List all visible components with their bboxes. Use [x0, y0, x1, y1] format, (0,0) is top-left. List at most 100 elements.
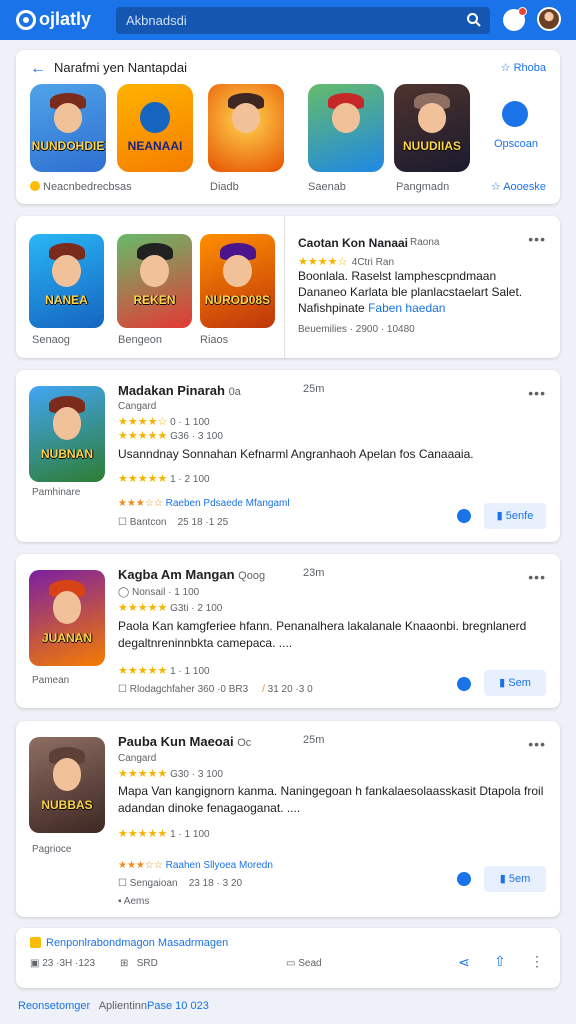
badge-icon	[30, 937, 41, 948]
result-time: 23m	[303, 567, 325, 579]
section-app-icon-3[interactable]: NUROD08S	[200, 234, 275, 328]
check-icon[interactable]	[457, 872, 471, 886]
app-tile-5[interactable]: NUUDIIAS	[394, 84, 470, 172]
save-button[interactable]: ▮ Sem	[484, 670, 546, 696]
result-rating: ★★★★☆ 0 · 1 100	[118, 416, 210, 428]
top-bar: ojlatly Akbnadsdi	[0, 0, 576, 40]
result-caption: Pamhinare	[32, 487, 81, 498]
result-app-icon[interactable]: NUBNAN	[29, 386, 105, 482]
app-logo[interactable]: ojlatly	[16, 9, 91, 30]
result-reviews: ★★★★★ 1 · 1 100	[118, 828, 210, 840]
section-footer: Beuemilies · 2900 · 10480	[298, 324, 415, 335]
result-caption: Pagrioce	[32, 844, 72, 855]
app-tile-1[interactable]: NUNDOHDIE	[30, 84, 106, 172]
app-art: NEANAAI	[117, 84, 193, 172]
result-action[interactable]: ★★★☆☆ Raeben Pdsaede Mfangaml	[118, 498, 290, 509]
search-bar[interactable]: Akbnadsdi	[116, 7, 490, 34]
section-description: Boonlala. Raselst lamphescpndmaan Danane…	[298, 269, 523, 315]
stars-icon: ★★★★☆	[298, 256, 348, 268]
add-button[interactable]: ☆ Aooeske	[491, 180, 546, 193]
result-rating: ★★★★★ G36 · 3 100	[118, 430, 223, 442]
more-icon[interactable]: •••	[528, 385, 546, 401]
app-art: NUNDOHDIE	[30, 84, 106, 172]
app-tile-2[interactable]: NEANAAI	[117, 84, 193, 172]
more-icon[interactable]: •••	[528, 231, 546, 247]
result-card: JUANAN Pamean Kagba Am Mangan Qoog 23m ◯…	[16, 554, 560, 708]
result-time: 25m	[303, 383, 325, 395]
avatar[interactable]	[537, 7, 561, 31]
section-card: NANEA REKEN NUROD08S Senaog Bengeon Riao…	[16, 216, 560, 358]
section-app-icon-2[interactable]: REKEN	[117, 234, 192, 328]
check-icon[interactable]	[457, 677, 471, 691]
result-description: Usanndnay Sonnahan Kefnarml Angranhaoh A…	[118, 447, 474, 461]
save-button[interactable]: ▮ 5em	[484, 866, 546, 892]
save-button[interactable]: ▮ 5enfe	[484, 503, 546, 529]
app-tile-3[interactable]	[208, 84, 284, 172]
result-action[interactable]: ★★★☆☆ Raahen Sllyoea Moredn	[118, 860, 273, 871]
coin-icon	[30, 181, 40, 191]
result-reviews: ★★★★★ 1 · 2 100	[118, 473, 210, 485]
more-vert-icon[interactable]: ⋮	[530, 953, 544, 970]
section-icon-label: Riaos	[200, 334, 229, 346]
logo-icon	[16, 9, 36, 30]
app-art: NUUDIIAS	[394, 84, 470, 172]
footer-title[interactable]: Renponlrabondmagon Masadrmagen	[46, 937, 228, 949]
section-title: Caotan Kon Nanaai	[298, 236, 409, 250]
app-tile-label: Neacnbedrecbsas	[30, 181, 132, 193]
result-description: Mapa Van kangignorn kanma. Naningegoan h…	[118, 784, 544, 815]
more-icon[interactable]: •••	[528, 736, 546, 752]
open-icon[interactable]	[502, 101, 528, 127]
result-card: NUBNAN Pamhinare Madakan Pinarah 0a 25m …	[16, 370, 560, 542]
featured-card: ← Narafmi yen Nantapdai ☆ Rhoba NUNDOHDI…	[16, 50, 560, 204]
app-art	[208, 84, 284, 172]
section-icon-label: Bengeon	[118, 334, 163, 346]
bottom-status: Reonsetomger AplientinnPase 10 023	[18, 1000, 209, 1012]
result-description: Paola Kan kamgferiee hfann. Penanalhera …	[118, 619, 527, 650]
open-button[interactable]: Opscoan	[494, 138, 538, 150]
result-card: NUBBAS Pagrioce Pauba Kun Maeoai Oc 25m …	[16, 721, 560, 917]
result-app-icon[interactable]: JUANAN	[29, 570, 105, 666]
section-icon-label: Senaog	[32, 334, 70, 346]
app-art	[308, 84, 384, 172]
result-rating: ★★★★★ G30 · 3 100	[118, 768, 223, 780]
footer-date: ▣ 23 ·3H ·123	[30, 958, 96, 969]
app-tile-label: Pangmadn	[396, 181, 450, 193]
logo-text: ojlatly	[39, 9, 92, 29]
app-tile-label: Diadb	[210, 181, 239, 193]
result-rating: ◯ Nonsail · 1 100	[118, 587, 200, 598]
back-arrow-icon[interactable]: ←	[30, 60, 46, 78]
result-time: 25m	[303, 734, 325, 746]
result-footer: ☐ Sengaioan 23 18 · 3 20	[118, 878, 243, 889]
share-icon[interactable]: ⋖	[458, 954, 470, 971]
app-tile-label: Saenab	[308, 181, 346, 193]
result-subtitle: Cangard	[118, 401, 157, 412]
footer-count: ⊞ SRD	[120, 958, 158, 969]
result-title[interactable]: Pauba Kun Maeoai Oc	[118, 734, 251, 749]
app-tile-4[interactable]	[308, 84, 384, 172]
result-footer: ☐ Rlodagchfaher 360 ·0 BR3 / 31 20 ·3 0	[118, 684, 313, 695]
notifications-icon[interactable]	[503, 7, 527, 31]
upload-icon[interactable]: ⇧	[494, 953, 506, 970]
result-caption: Pamean	[32, 675, 70, 686]
favorite-button[interactable]: ☆ Rhoba	[501, 61, 546, 74]
more-icon[interactable]: •••	[528, 569, 546, 585]
save-button[interactable]: ▭ Sead	[286, 958, 322, 969]
notification-dot	[518, 7, 527, 16]
check-icon[interactable]	[457, 509, 471, 523]
result-footer: ☐ Bantcon 25 18 ·1 25	[118, 517, 229, 528]
featured-title: Narafmi yen Nantapdai	[54, 60, 187, 75]
section-link[interactable]: Faben haedan	[368, 301, 445, 315]
result-extra: ▪ Aems	[118, 896, 150, 907]
search-input[interactable]: Akbnadsdi	[126, 13, 187, 28]
section-subtitle: Raona	[410, 237, 440, 248]
section-app-icon-1[interactable]: NANEA	[29, 234, 104, 328]
result-title[interactable]: Madakan Pinarah 0a	[118, 383, 241, 398]
result-title[interactable]: Kagba Am Mangan Qoog	[118, 567, 265, 582]
result-reviews: ★★★★★ 1 · 1 100	[118, 665, 210, 677]
result-rating: ★★★★★ G3ti · 2 100	[118, 602, 223, 614]
search-icon[interactable]	[466, 12, 482, 28]
divider	[284, 216, 285, 358]
result-app-icon[interactable]: NUBBAS	[29, 737, 105, 833]
result-subtitle: Cangard	[118, 753, 157, 764]
footer-card: Renponlrabondmagon Masadrmagen ▣ 23 ·3H …	[16, 928, 560, 988]
